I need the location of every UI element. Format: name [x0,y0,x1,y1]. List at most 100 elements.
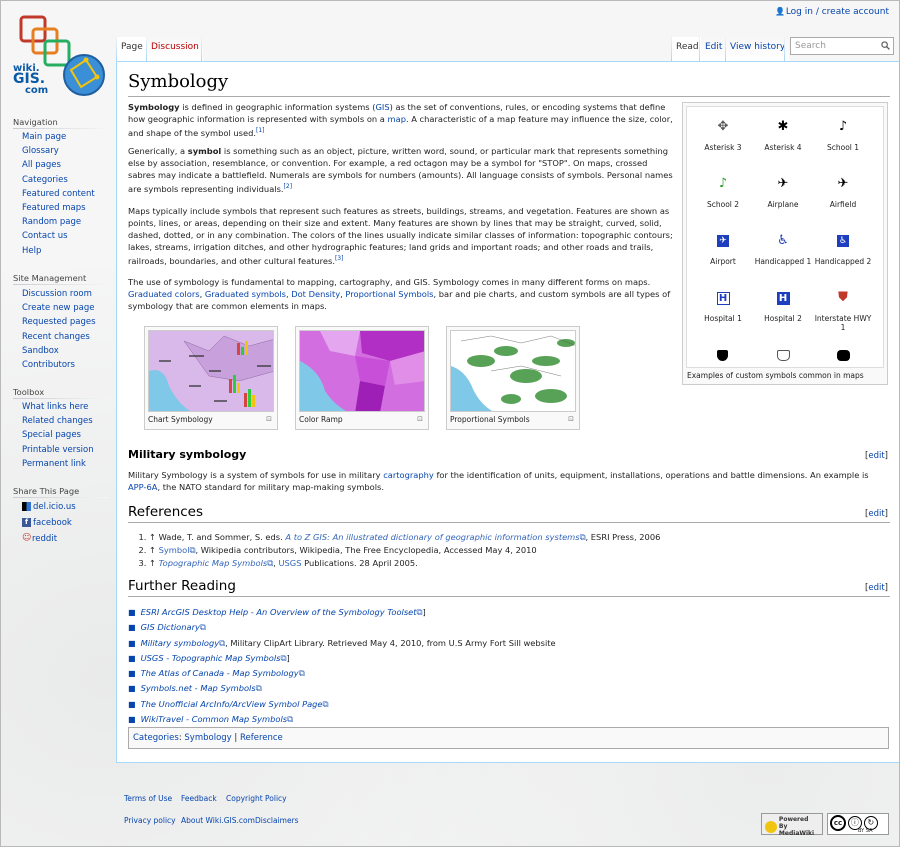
magnify-icon[interactable]: ⊡ [417,415,423,423]
chart-symbology-image[interactable] [148,330,274,412]
sidebar-item-permanent-link[interactable]: Permanent link [22,459,86,469]
edit-further-reading-link[interactable]: [edit] [865,583,888,593]
edit-references-link[interactable]: [edit] [865,509,888,519]
further-link[interactable]: Symbols.net - Map Symbols [141,683,256,693]
footer-feedback-link[interactable]: Feedback [181,794,217,803]
gis-link[interactable]: GIS [375,102,389,112]
share-delicious-label[interactable]: del.icio.us [33,502,76,512]
color-ramp-image[interactable] [299,330,425,412]
tab-edit[interactable]: Edit [701,37,727,61]
search-input[interactable]: Search [790,37,894,55]
powered-by-mediawiki-badge[interactable]: Powered By MediaWiki [761,813,823,837]
tab-view-history[interactable]: View history [726,37,790,61]
tab-discussion[interactable]: Discussion [147,37,203,61]
footer-disclaimers-link[interactable]: Disclaimers [255,816,299,825]
reference-link[interactable]: A to Z GIS: An illustrated dictionary of… [285,532,579,542]
categories-link[interactable]: Categories [133,733,179,743]
footer-privacy-link[interactable]: Privacy policy [124,816,176,825]
login-link[interactable]: Log in / create account [786,7,889,17]
personal-tools: 👤 Log in / create account [775,7,889,17]
tab-page[interactable]: Page [117,37,147,61]
sidebar-item-what-links-here[interactable]: What links here [22,402,88,412]
sidebar-item-categories[interactable]: Categories [22,175,68,185]
reference-link[interactable]: Symbol [159,545,190,555]
category-reference[interactable]: Reference [240,733,283,743]
search-placeholder: Search [795,41,826,51]
share-facebook[interactable]: f facebook [22,518,72,528]
further-link[interactable]: Military symbology [141,638,220,648]
further-link[interactable]: ESRI ArcGIS Desktop Help - An Overview o… [141,607,417,617]
magnify-icon[interactable]: ⊡ [266,415,272,423]
footer-about-link[interactable]: About Wiki.GIS.com [181,816,255,825]
sidebar-item-discussion-room[interactable]: Discussion room [22,289,92,299]
app-6a-link[interactable]: APP-6A [128,482,157,492]
ref-2[interactable]: [2] [284,183,293,190]
sidebar-item-sandbox[interactable]: Sandbox [22,346,59,356]
symbol-handicapped-2: ♿ Handicapped 2 [814,235,872,266]
external-link-icon: ⧉ [287,714,294,725]
sidebar-item-contact-us[interactable]: Contact us [22,231,68,241]
edit-military-link[interactable]: [edit] [865,451,888,461]
sidebar-item-recent-changes[interactable]: Recent changes [22,332,90,342]
magnify-icon[interactable]: ⊡ [568,415,574,423]
site-logo[interactable]: wiki. GIS. com [11,15,109,101]
cartography-link[interactable]: cartography [383,470,434,480]
graduated-symbols-link[interactable]: Graduated symbols [205,289,286,299]
sidebar-item-all-pages[interactable]: All pages [22,160,61,170]
symbol-airfield: ✈ Airfield [829,176,857,209]
content-panel: Symbology Symbology is defined in geogra… [116,61,899,763]
share-reddit-label[interactable]: reddit [32,534,57,544]
further-link[interactable]: GIS Dictionary [141,622,200,632]
shield-outline-icon [777,350,790,361]
footer-copyright-link[interactable]: Copyright Policy [226,794,287,803]
further-item: ■ WikiTravel - Common Map Symbols⧉ [128,714,294,725]
sidebar-item-glossary[interactable]: Glossary [22,146,59,156]
category-symbology[interactable]: Symbology [184,733,231,743]
further-link[interactable]: USGS - Topographic Map Symbols [141,653,281,663]
toolbox-list: What links here Related changes Special … [22,400,94,471]
sidebar-item-featured-maps[interactable]: Featured maps [22,203,86,213]
sidebar-item-contributors[interactable]: Contributors [22,360,75,370]
further-reading-list: ■ ESRI ArcGIS Desktop Help - An Overview … [128,605,556,727]
further-link[interactable]: The Atlas of Canada - Map Symbology [141,668,299,678]
share-facebook-label[interactable]: facebook [33,518,72,528]
further-item: ■ The Unofficial ArcInfo/ArcView Symbol P… [128,698,329,709]
sidebar-item-requested-pages[interactable]: Requested pages [22,317,96,327]
graduated-colors-link[interactable]: Graduated colors [128,289,200,299]
ref-1[interactable]: [1] [256,127,265,134]
navigation-list: Main page Glossary All pages Categories … [22,130,95,258]
reddit-icon: ☺ [22,533,32,543]
symbol-handicapped-1: ♿ Handicapped 1 [754,233,812,266]
sidebar-item-random-page[interactable]: Random page [22,217,81,227]
gallery-caption: Examples of custom symbols common in map… [687,371,864,380]
usgs-link[interactable]: USGS [278,558,301,568]
delicious-icon [22,502,31,511]
proportional-symbols-link[interactable]: Proportional Symbols [345,289,433,299]
further-item: ■ ESRI ArcGIS Desktop Help - An Overview … [128,607,426,617]
sidebar-item-featured-content[interactable]: Featured content [22,189,95,199]
share-delicious[interactable]: del.icio.us [22,502,76,512]
symbol-gallery-image[interactable]: ✥ Asterisk 3 ✱ Asterisk 4 ♪ School 1 ♪ Schoo… [686,106,884,368]
sidebar-item-create-new-page[interactable]: Create new page [22,303,94,313]
sidebar-item-help[interactable]: Help [22,246,41,256]
map-link[interactable]: map [388,114,406,124]
sidebar-item-printable-version[interactable]: Printable version [22,445,94,455]
search-icon[interactable] [881,41,890,50]
external-link-icon: ⧉ [255,683,262,694]
sidebar-item-related-changes[interactable]: Related changes [22,416,93,426]
footer-terms-link[interactable]: Terms of Use [124,794,172,803]
further-link[interactable]: WikiTravel - Common Map Symbols [141,714,288,724]
dot-density-link[interactable]: Dot Density [291,289,340,299]
share-reddit[interactable]: ☺reddit [22,533,57,545]
reference-link[interactable]: Topographic Map Symbols [159,558,268,568]
further-link[interactable]: The Unofficial ArcInfo/ArcView Symbol Pa… [141,699,323,709]
user-icon: 👤 [774,7,785,16]
proportional-symbols-image[interactable] [450,330,576,412]
military-heading: Military symbology [128,448,247,461]
creative-commons-badge[interactable]: cc ⓘ ↻ BY SA [827,813,889,835]
mediawiki-flower-icon [765,820,777,833]
sidebar-item-main-page[interactable]: Main page [22,132,66,142]
reference-item: ↑ Wade, T. and Sommer, S. eds. A to Z GI… [149,531,660,544]
sidebar-item-special-pages[interactable]: Special pages [22,430,81,440]
ref-3[interactable]: [3] [335,255,344,262]
